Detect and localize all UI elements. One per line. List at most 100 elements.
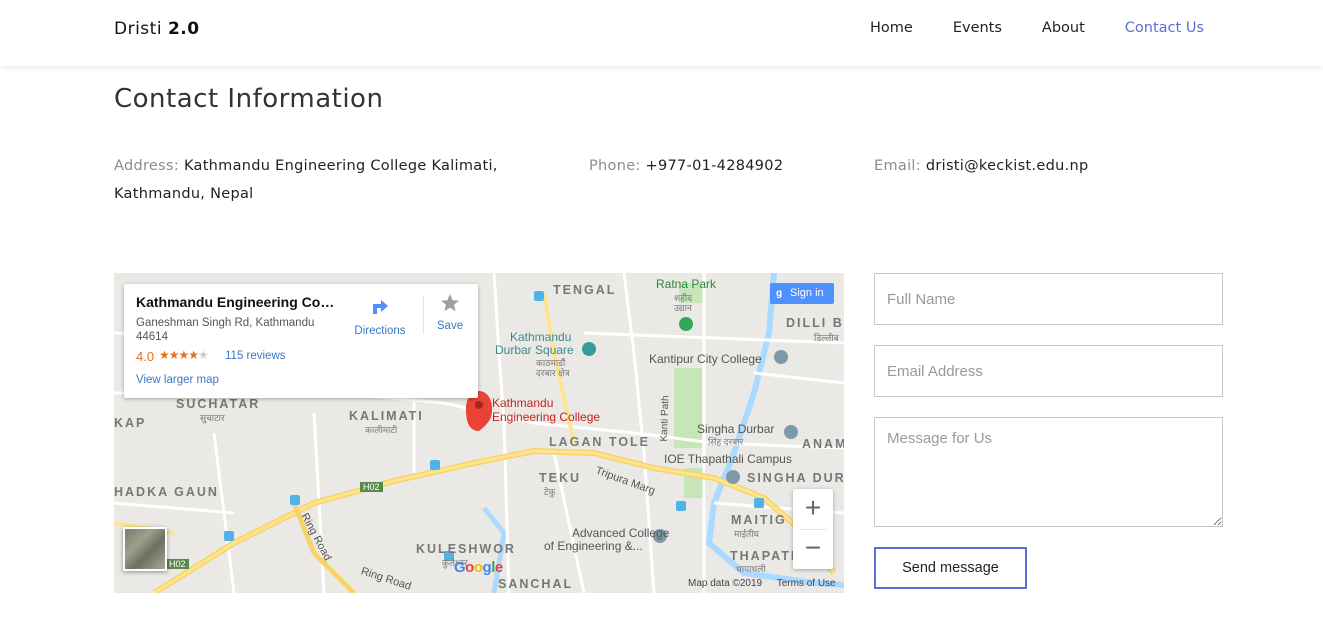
map-label-tengal: TENGAL: [553, 283, 617, 297]
address-label: Address:: [114, 158, 180, 174]
highway-badge-h02: H02: [360, 482, 383, 492]
nav-contact-us[interactable]: Contact Us: [1125, 20, 1204, 36]
map-label-dilli-dev: डिल्लीब: [814, 333, 839, 343]
location-pin-dot: [475, 401, 483, 409]
google-g-icon: g: [776, 288, 783, 299]
landmark-marker-icon: [582, 342, 596, 356]
nav-about[interactable]: About: [1042, 20, 1085, 36]
school-marker-icon: [774, 350, 788, 364]
page-title: Contact Information: [114, 84, 384, 114]
map-label-lagan-tole: LAGAN TOLE: [549, 435, 651, 449]
place-info-card: Kathmandu Engineering Colle... Ganeshman…: [124, 284, 478, 398]
nav-home[interactable]: Home: [870, 20, 913, 36]
map-label-kap: KAP: [114, 416, 147, 430]
map-label-suchatar: SUCHATAR: [176, 397, 261, 411]
zoom-controls: + −: [793, 489, 833, 569]
map-label-anam: ANAM: [802, 437, 844, 451]
brand-name: Dristi: [114, 19, 163, 39]
card-divider: [423, 296, 424, 334]
poi-durbar-square-1: Kathmandu: [510, 330, 572, 344]
phone-label: Phone:: [589, 158, 641, 174]
highway-badge-h02: H02: [166, 559, 189, 569]
bus-stop-icon: [676, 501, 686, 511]
save-button[interactable]: Save: [434, 292, 466, 332]
poi-kantipur-city-college: Kantipur City College: [649, 352, 762, 366]
navbar: Dristi 2.0 Home Events About Contact Us: [0, 0, 1323, 66]
bus-stop-icon: [224, 531, 234, 541]
road-label-kanti-path: Kanti Path: [658, 395, 672, 442]
nav-events[interactable]: Events: [953, 20, 1002, 36]
main-nav: Home Events About Contact Us: [830, 20, 1204, 36]
email-value[interactable]: dristi@keckist.edu.np: [926, 158, 1089, 174]
brand-logo[interactable]: Dristi 2.0: [114, 19, 200, 39]
map-label-teku: TEKU: [539, 471, 582, 485]
view-larger-map-link[interactable]: View larger map: [136, 374, 219, 386]
landmark-marker-icon: [784, 425, 798, 439]
marker-label-2: Engineering College: [492, 410, 601, 424]
brand-version: 2.0: [167, 19, 200, 39]
poi-advanced-college-2: of Engineering &...: [544, 539, 643, 553]
zoom-divider: [799, 529, 827, 530]
place-address: Ganeshman Singh Rd, Kathmandu 44614: [136, 317, 315, 343]
google-map[interactable]: TENGAL DILLI BA डिल्लीब SUCHATAR सुचाटार…: [114, 273, 844, 593]
poi-singha-durbar: Singha Durbar: [697, 422, 775, 436]
email-info: Email: dristi@keckist.edu.np: [874, 152, 1088, 180]
park-area: [674, 368, 702, 448]
marker-label-1: Kathmandu: [492, 396, 554, 410]
google-logo: Google: [454, 559, 503, 576]
map-data-credit: Map data ©2019: [688, 578, 763, 589]
star-save-icon: [441, 294, 459, 312]
terms-of-use-link[interactable]: Terms of Use: [777, 578, 836, 589]
zoom-out-button[interactable]: −: [793, 529, 833, 569]
map-label-kuleshwor: KULESHWOR: [416, 542, 516, 556]
place-title: Kathmandu Engineering Colle...: [136, 294, 336, 310]
map-label-kalimati: KALIMATI: [349, 409, 424, 423]
map-label-teku-dev: टेकु: [544, 487, 556, 497]
school-marker-icon: [726, 470, 740, 484]
poi-singha-dev: सिंह दरबार: [708, 437, 744, 447]
satellite-toggle[interactable]: [123, 527, 167, 571]
save-label: Save: [436, 320, 464, 332]
poi-ratna-dev-2: उद्यान: [674, 303, 692, 313]
full-name-input[interactable]: [874, 273, 1223, 325]
map-label-hadka-gaun: HADKA GAUN: [114, 485, 219, 499]
send-message-button[interactable]: Send message: [874, 547, 1027, 589]
poi-durbar-square-2: Durbar Square: [495, 343, 574, 357]
phone-value: +977-01-4284902: [645, 158, 784, 174]
email-label: Email:: [874, 158, 921, 174]
map-signin-button[interactable]: g Sign in: [770, 283, 834, 304]
bus-stop-icon: [754, 498, 764, 508]
stars-filled: ★★★★: [159, 348, 199, 362]
poi-advanced-college-1: Advanced College: [572, 526, 670, 540]
address-info: Address: Kathmandu Engineering College K…: [114, 152, 544, 208]
map-label-dilli: DILLI BA: [786, 316, 844, 330]
bus-stop-icon: [290, 495, 300, 505]
map-label-sanchal: SANCHAL: [498, 577, 574, 591]
zoom-in-button[interactable]: +: [793, 489, 833, 529]
place-stars-icon: ★★★★★: [159, 348, 209, 362]
poi-ratna-park: Ratna Park: [656, 277, 717, 291]
map-label-maitig-dev: माईतीघ: [734, 529, 759, 539]
directions-button[interactable]: Directions: [353, 294, 407, 337]
map-attribution: Map data ©2019 Terms of Use: [688, 578, 844, 589]
place-rating: 4.0: [136, 349, 155, 364]
bus-stop-icon: [534, 291, 544, 301]
park-marker-icon: [679, 317, 693, 331]
poi-ioe-thapathali: IOE Thapathali Campus: [664, 452, 792, 466]
reviews-link[interactable]: 115 reviews: [225, 350, 286, 362]
map-label-maitig: MAITIG: [731, 513, 787, 527]
directions-label: Directions: [354, 325, 406, 337]
map-label-thapathali: THAPATH: [730, 549, 802, 563]
message-textarea[interactable]: [874, 417, 1223, 527]
directions-icon: [373, 300, 388, 314]
map-label-kalimati-dev: कालीमाटी: [365, 425, 398, 435]
email-address-input[interactable]: [874, 345, 1223, 397]
map-label-thapathali-dev: थापाथली: [736, 564, 766, 574]
bus-stop-icon: [430, 460, 440, 470]
map-label-suchatar-dev: सुचाटार: [200, 413, 225, 423]
phone-info: Phone: +977-01-4284902: [589, 152, 783, 180]
map-label-singha-durbar-area: SINGHA DURB: [747, 471, 844, 485]
signin-label: Sign in: [790, 287, 824, 299]
poi-durbar-dev-2: दरबार क्षेत्र: [536, 368, 570, 378]
star-empty: ★: [198, 348, 209, 362]
